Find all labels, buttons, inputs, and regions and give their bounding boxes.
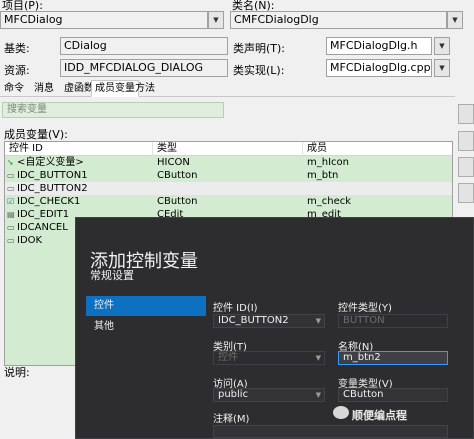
column-header-member[interactable]: 成员 xyxy=(303,142,454,156)
header-value: MFCDialogDlg.h xyxy=(330,39,418,52)
tab-commands[interactable]: 命令 xyxy=(0,80,28,97)
side-button[interactable] xyxy=(458,131,474,151)
row-control-id: IDOK xyxy=(17,235,43,246)
chevron-down-icon: ▼ xyxy=(315,317,321,325)
search-placeholder: 搜索变量 xyxy=(7,104,47,115)
control-type-value: BUTTON xyxy=(343,315,385,326)
base-value: CDialog xyxy=(64,39,107,52)
header-file-field[interactable]: MFCDialogDlg.h xyxy=(326,37,432,55)
side-button[interactable] xyxy=(458,183,474,203)
description-label: 说明: xyxy=(4,366,30,379)
button-control-icon: ▭ xyxy=(7,223,15,232)
base-label: 基类: xyxy=(4,42,30,55)
control-id-value: IDC_BUTTON2 xyxy=(218,315,289,326)
button-control-icon: ▭ xyxy=(7,236,15,245)
grid-header: 控件 ID 类型 成员 xyxy=(5,142,452,156)
chevron-down-icon: ▼ xyxy=(315,391,321,399)
row-control-id: IDCANCEL xyxy=(17,222,68,233)
edit-control-icon: ▤ xyxy=(7,210,15,219)
table-row[interactable]: ▭ IDC_BUTTON2 xyxy=(5,182,452,195)
base-field: CDialog xyxy=(60,37,228,55)
row-control-id: <自定义变量> xyxy=(17,157,84,168)
row-control-id: IDC_BUTTON1 xyxy=(17,170,88,181)
resource-label: 资源: xyxy=(4,64,30,77)
chevron-down-icon[interactable]: ▼ xyxy=(447,11,463,29)
classname-value: CMFCDialogDlg xyxy=(234,13,319,26)
access-value: public xyxy=(218,389,249,400)
access-select[interactable]: public ▼ xyxy=(213,388,325,402)
dialog-subtitle: 常规设置 xyxy=(90,269,134,282)
side-button[interactable] xyxy=(458,157,474,177)
row-member: m_hIcon xyxy=(307,157,349,168)
category-value: 控件 xyxy=(218,352,238,363)
impl-label: 类实现(L): xyxy=(233,64,285,77)
project-combo[interactable]: MFCDialog xyxy=(0,11,208,29)
name-input[interactable]: m_btn2 xyxy=(338,351,448,365)
row-member: m_btn xyxy=(307,170,339,181)
project-value: MFCDialog xyxy=(4,13,63,26)
impl-file-field[interactable]: MFCDialogDlg.cpp xyxy=(326,59,432,77)
var-type-value: CButton xyxy=(343,389,384,400)
column-header-type[interactable]: 类型 xyxy=(153,142,303,156)
row-control-id: IDC_CHECK1 xyxy=(17,196,81,207)
control-id-label: 控件 ID(I) xyxy=(213,303,258,314)
var-type-input[interactable]: CButton xyxy=(338,388,448,402)
table-row[interactable]: ☑ IDC_CHECK1 CButton m_check xyxy=(5,195,452,208)
chevron-down-icon[interactable]: ▼ xyxy=(434,59,450,77)
category-select: 控件 ▼ xyxy=(213,351,325,365)
comment-label: 注释(M) xyxy=(213,414,250,425)
control-type-field: BUTTON xyxy=(338,314,448,328)
green-arrow-icon: ➘ xyxy=(7,158,14,167)
row-control-id: IDC_EDIT1 xyxy=(17,209,70,220)
variable-search-input[interactable]: 搜索变量 xyxy=(2,102,224,118)
control-type-label: 控件类型(Y) xyxy=(338,303,392,314)
row-type: CButton xyxy=(157,196,198,207)
resource-value: IDD_MFCDIALOG_DIALOG xyxy=(64,61,203,74)
name-value: m_btn2 xyxy=(343,352,381,363)
comment-input[interactable] xyxy=(213,425,448,438)
tab-messages[interactable]: 消息 xyxy=(30,80,58,97)
impl-value: MFCDialogDlg.cpp xyxy=(330,61,431,74)
resource-field: IDD_MFCDIALOG_DIALOG xyxy=(60,59,228,77)
chevron-down-icon: ▼ xyxy=(315,354,321,362)
nav-item-control[interactable]: 控件 xyxy=(86,296,206,316)
table-row[interactable]: ▭ IDC_BUTTON1 CButton m_btn xyxy=(5,169,452,182)
row-type: CButton xyxy=(157,170,198,181)
chevron-down-icon[interactable]: ▼ xyxy=(208,11,224,29)
control-id-select[interactable]: IDC_BUTTON2 ▼ xyxy=(213,314,325,328)
row-control-id: IDC_BUTTON2 xyxy=(17,183,88,194)
watermark-text: 顺便编点程 xyxy=(352,409,407,422)
header-label: 类声明(T): xyxy=(233,42,286,55)
column-header-control-id[interactable]: 控件 ID xyxy=(5,142,153,156)
button-control-icon: ▭ xyxy=(7,171,15,180)
member-vars-label: 成员变量(V): xyxy=(4,128,68,141)
row-member: m_check xyxy=(307,196,352,207)
tab-methods[interactable]: 方法 xyxy=(131,80,159,97)
add-control-variable-dialog: 添加控制变量 常规设置 控件 其他 控件 ID(I) IDC_BUTTON2 ▼… xyxy=(75,217,474,439)
button-control-icon: ▭ xyxy=(7,184,15,193)
nav-item-other[interactable]: 其他 xyxy=(86,317,206,337)
wizard-tabs: 命令 消息 虚函数 成员变量 方法 xyxy=(0,80,455,97)
table-row[interactable]: ➘ <自定义变量> HICON m_hIcon xyxy=(5,156,452,169)
chevron-down-icon[interactable]: ▼ xyxy=(434,37,450,55)
checkbox-control-icon: ☑ xyxy=(7,197,15,206)
row-type: HICON xyxy=(157,157,190,168)
wechat-icon xyxy=(333,406,349,419)
classname-combo[interactable]: CMFCDialogDlg xyxy=(230,11,447,29)
side-button[interactable] xyxy=(458,104,474,124)
